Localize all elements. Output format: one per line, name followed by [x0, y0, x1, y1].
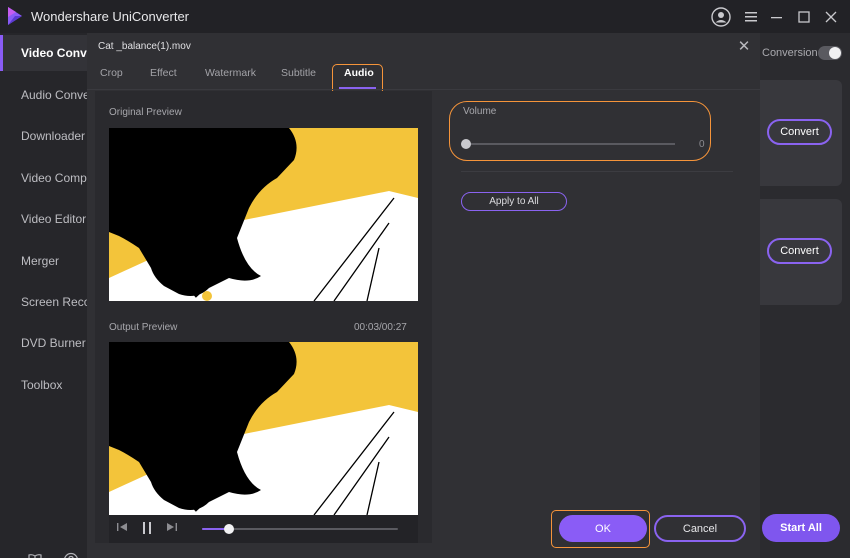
pause-icon[interactable] [140, 521, 154, 535]
close-icon[interactable]: ✕ [736, 39, 752, 55]
original-preview-label: Original Preview [109, 107, 182, 118]
app-title: Wondershare UniConverter [31, 9, 189, 24]
divider [461, 171, 733, 172]
edit-dialog: Cat _balance(1).mov ✕ Crop Effect Waterm… [87, 33, 760, 558]
volume-label: Volume [463, 106, 497, 117]
tab-crop[interactable]: Crop [100, 67, 123, 79]
dialog-title: Cat _balance(1).mov [98, 41, 191, 52]
playback-controls [109, 515, 418, 543]
tab-effect[interactable]: Effect [150, 67, 177, 79]
title-bar: Wondershare UniConverter [0, 0, 850, 33]
time-readout: 00:03/00:27 [354, 322, 407, 333]
divider [87, 89, 760, 90]
high-speed-conversion-label: Conversion [762, 47, 818, 59]
sidebar-item-video-compressor[interactable]: Video Comp [0, 160, 87, 196]
close-icon[interactable] [820, 6, 842, 28]
output-preview-image [109, 342, 418, 515]
start-all-button[interactable]: Start All [762, 514, 840, 542]
sidebar-item-downloader[interactable]: Downloader [0, 118, 87, 154]
account-icon[interactable] [710, 6, 732, 28]
sidebar-item-video-editor[interactable]: Video Editor [0, 201, 87, 237]
sidebar-item-merger[interactable]: Merger [0, 243, 87, 279]
convert-button[interactable]: Convert [767, 119, 832, 145]
help-icon[interactable] [63, 552, 79, 558]
sidebar-item-video-converter[interactable]: Video Conv [0, 35, 87, 71]
volume-handle[interactable] [461, 139, 471, 149]
seek-handle[interactable] [224, 524, 235, 534]
high-speed-conversion-toggle[interactable] [818, 46, 842, 60]
apply-to-all-button[interactable]: Apply to All [461, 192, 567, 211]
convert-button[interactable]: Convert [767, 238, 832, 264]
next-frame-icon[interactable] [165, 521, 179, 535]
sidebar: Video Conv Audio Conve Downloader Video … [0, 33, 87, 558]
book-icon[interactable] [27, 552, 43, 558]
seek-bar[interactable] [202, 524, 398, 534]
volume-slider[interactable] [461, 143, 675, 145]
maximize-icon[interactable] [793, 6, 815, 28]
uniconverter-logo-icon [8, 7, 22, 25]
previous-frame-icon[interactable] [115, 521, 129, 535]
sidebar-item-dvd-burner[interactable]: DVD Burner [0, 325, 87, 361]
sidebar-item-screen-recorder[interactable]: Screen Reco [0, 284, 87, 320]
ok-button[interactable]: OK [559, 515, 647, 542]
tab-subtitle[interactable]: Subtitle [281, 67, 316, 79]
sidebar-item-toolbox[interactable]: Toolbox [0, 367, 87, 403]
minimize-icon[interactable] [766, 6, 788, 28]
output-preview-label: Output Preview [109, 322, 178, 333]
original-preview-image [109, 128, 418, 301]
menu-icon[interactable] [740, 6, 762, 28]
volume-value: 0 [699, 139, 705, 150]
sidebar-item-audio-converter[interactable]: Audio Conve [0, 77, 87, 113]
tab-watermark[interactable]: Watermark [205, 67, 256, 79]
cancel-button[interactable]: Cancel [654, 515, 746, 542]
